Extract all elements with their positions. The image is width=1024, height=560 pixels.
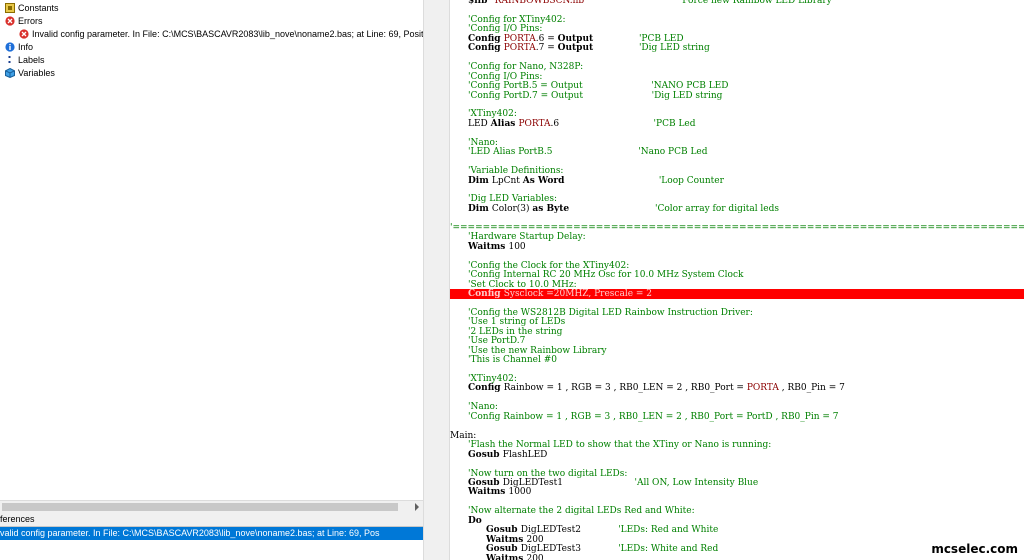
error-item-icon [19, 29, 29, 39]
tree-item-label: Variables [18, 68, 55, 78]
code-explorer-tree: Constants Errors Invalid config paramete… [0, 0, 423, 80]
tree-item-constants[interactable]: Constants [0, 2, 423, 15]
tree-item-label: Labels [18, 55, 45, 65]
chevron-right-icon [415, 503, 419, 511]
constants-icon [5, 3, 15, 13]
variables-icon [5, 67, 15, 79]
code-token: 200 [526, 553, 544, 560]
horizontal-scrollbar[interactable] [0, 500, 423, 513]
tree-item-error-message[interactable]: Invalid config parameter. In File: C:\MC… [0, 28, 423, 41]
tree-item-labels[interactable]: Labels [0, 54, 423, 67]
tree-item-label: Info [18, 42, 34, 52]
scroll-right-button[interactable] [411, 501, 423, 513]
tree-item-label: Constants [18, 3, 59, 13]
pane-splitter[interactable] [423, 0, 450, 560]
labels-icon [5, 55, 15, 65]
references-selected-row[interactable]: valid config parameter. In File: C:\MCS\… [0, 527, 423, 540]
scrollbar-thumb[interactable] [2, 503, 398, 511]
references-header: ferences [0, 513, 423, 527]
info-icon [5, 42, 15, 52]
tree-item-variables[interactable]: Variables [0, 67, 423, 80]
watermark: mcselec.com [931, 542, 1018, 556]
code-token: Waitms [486, 553, 527, 560]
code-explorer-pane: Constants Errors Invalid config paramete… [0, 0, 423, 560]
tree-item-label: Errors [18, 16, 43, 26]
tree-item-label: Invalid config parameter. In File: C:\MC… [32, 29, 423, 39]
tree-item-info[interactable]: Info [0, 41, 423, 54]
code-editor[interactable]: $lib "RAINBOWBSCN.lib" 'Force new Rainbo… [450, 0, 1024, 560]
errors-icon [5, 16, 15, 26]
tree-item-errors[interactable]: Errors [0, 15, 423, 28]
